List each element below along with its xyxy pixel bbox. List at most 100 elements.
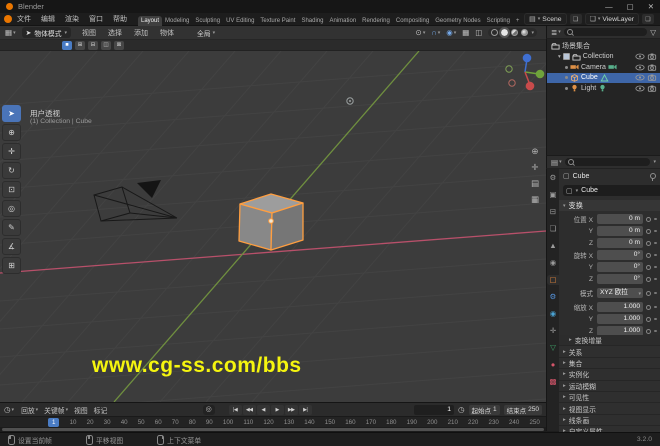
panel-线条画[interactable]: ▸ 线条画 [559,414,660,427]
panel-可见性[interactable]: ▸ 可见性 [559,391,660,404]
current-frame-field[interactable]: 1 [413,404,454,415]
hide-toggle-eye-icon[interactable] [635,85,645,92]
transform-panel-header[interactable]: ▾ 变换 [559,200,660,211]
frame-number-230[interactable]: 230 [489,419,499,426]
frame-number-10[interactable]: 10 [70,419,77,426]
play-reverse-button[interactable]: ◀ [256,404,270,415]
frame-number-40[interactable]: 40 [121,419,128,426]
select-mode-subtract[interactable]: ⊟ [88,40,98,50]
blender-menu-button[interactable] [4,15,12,23]
viewport-menu-选择[interactable]: 选择 [103,28,127,38]
frame-number-50[interactable]: 50 [138,419,145,426]
panel-视图显示[interactable]: ▸ 视图显示 [559,403,660,415]
object-name-field[interactable]: ▢ ▾ Cube [563,185,660,196]
workspace-tab[interactable]: Texture Paint [257,16,298,26]
tab-view-layer[interactable]: ❏ [547,224,560,234]
render-toggle-camera-icon[interactable] [647,85,657,92]
select-mode-set[interactable]: ■ [62,40,72,50]
frame-number-130[interactable]: 130 [284,419,294,426]
mode-dropdown[interactable]: ➤ 物体模式 ▾ [21,27,72,38]
menu-窗口[interactable]: 窗口 [84,14,108,24]
view-layer-selector[interactable]: ❏ ▾ ViewLayer [584,13,639,25]
frame-number-90[interactable]: 90 [206,419,213,426]
frame-number-110[interactable]: 110 [243,419,253,426]
next-keyframe-button[interactable]: ▶▶ [284,404,298,415]
outliner-row-Cube[interactable]: Cube [547,72,660,83]
panel-集合[interactable]: ▸ 集合 [559,357,660,370]
tab-texture[interactable]: ▩ [547,377,560,387]
maximize-button[interactable]: ▢ [627,2,634,11]
value-field[interactable]: 1.000 [597,314,643,324]
auto-keyframe-toggle[interactable]: ◎ [202,404,215,415]
workspace-tab[interactable]: Layout [138,15,163,26]
tab-object-data[interactable]: ▽ [547,343,560,353]
tab-constraints[interactable]: ✛ [547,326,560,336]
scene-selector[interactable]: ▤ ▾ Scene [524,13,567,25]
frame-number-160[interactable]: 160 [345,419,355,426]
shading-solid-button[interactable] [499,27,511,38]
tab-material[interactable]: ● [547,360,560,370]
hide-toggle-eye-icon[interactable] [635,53,645,60]
workspace-tab[interactable]: Shading [298,16,326,26]
animate-dot-icon[interactable] [654,291,657,295]
timeline-editor-dropdown[interactable]: ◷ ▾ [4,405,14,414]
outliner-display-mode-dropdown[interactable]: ≣ ▾ [551,28,561,37]
render-toggle-camera-icon[interactable] [647,53,657,60]
jump-to-start-button[interactable]: |◀ [228,404,242,415]
tool-measure[interactable]: ∡ [2,238,21,255]
select-mode-invert[interactable]: ◫ [101,40,111,50]
animate-dot-icon[interactable] [654,305,657,309]
frame-number-60[interactable]: 60 [155,419,162,426]
menu-文件[interactable]: 文件 [12,14,36,24]
workspace-tab[interactable]: Compositing [393,16,432,26]
decorator-icon[interactable] [646,216,651,222]
outliner-row-场景集合[interactable]: 场景集合 [547,41,660,52]
frame-ruler[interactable]: 1 10 20 30 40 50 60 70 80 90 100 110 120 130 140 150 160… [0,416,546,427]
frame-number-250[interactable]: 250 [529,419,539,426]
frame-number-120[interactable]: 120 [263,419,273,426]
value-field[interactable]: 1.000 [597,302,643,312]
previous-keyframe-button[interactable]: ◀◀ [242,404,256,415]
animate-dot-icon[interactable] [654,217,657,221]
breadcrumb-object[interactable]: Cube [573,173,590,180]
perspective-toggle-icon[interactable]: ▦ [531,195,539,204]
rotation-mode-dropdown[interactable]: XYZ 欧拉 ▾ [597,288,643,298]
tool-transform[interactable]: ◎ [2,200,21,217]
tab-object[interactable]: ▢ [546,275,560,285]
viewport-3d[interactable]: ➤ ⊕ ✛ ↻ ⊡ ◎ ✎ ∡ ⊞ 用户透视 (1) Collection | Cube ⊕ ✛… [0,51,546,402]
workspace-tab[interactable]: + [513,16,523,26]
panel-变换增量[interactable]: ▸ 变换增量 [559,335,660,347]
animate-dot-icon[interactable] [654,253,657,257]
hide-toggle-eye-icon[interactable] [635,64,645,71]
panel-关系[interactable]: ▸ 关系 [559,346,660,358]
workspace-tab[interactable]: Geometry Nodes [432,16,483,26]
frame-end-field[interactable]: 结束点 250 [503,404,542,415]
value-field[interactable]: 0° [597,250,643,260]
render-toggle-camera-icon[interactable] [647,64,657,71]
shading-rendered-button[interactable] [521,29,529,36]
pan-icon[interactable]: ✛ [531,163,538,172]
frame-number-80[interactable]: 80 [189,419,196,426]
properties-search-input[interactable] [564,158,651,166]
frame-number-200[interactable]: 200 [427,419,437,426]
animate-dot-icon[interactable] [654,329,657,333]
transform-orientation-dropdown[interactable]: 全局 ▾ [197,28,215,38]
decorator-icon[interactable] [646,264,651,270]
tab-modifiers[interactable]: ⚙ [547,292,560,302]
frame-number-240[interactable]: 240 [509,419,519,426]
menu-渲染[interactable]: 渲染 [60,14,84,24]
minimize-button[interactable]: — [605,2,613,11]
menu-帮助[interactable]: 帮助 [108,14,132,24]
frame-number-210[interactable]: 210 [448,419,458,426]
pin-icon[interactable] [650,173,656,181]
decorator-icon[interactable] [646,328,651,334]
tool-move[interactable]: ✛ [2,143,21,160]
value-field[interactable]: 0 m [597,226,643,236]
tab-output[interactable]: ⊟ [547,207,560,217]
panel-运动模糊[interactable]: ▸ 运动模糊 [559,380,660,392]
frame-number-1[interactable]: 1 [48,417,60,427]
tab-world[interactable]: ◉ [547,258,560,268]
animate-dot-icon[interactable] [654,241,657,245]
new-view-layer-button[interactable]: ❏ [642,14,654,24]
render-toggle-camera-icon[interactable] [647,74,657,81]
